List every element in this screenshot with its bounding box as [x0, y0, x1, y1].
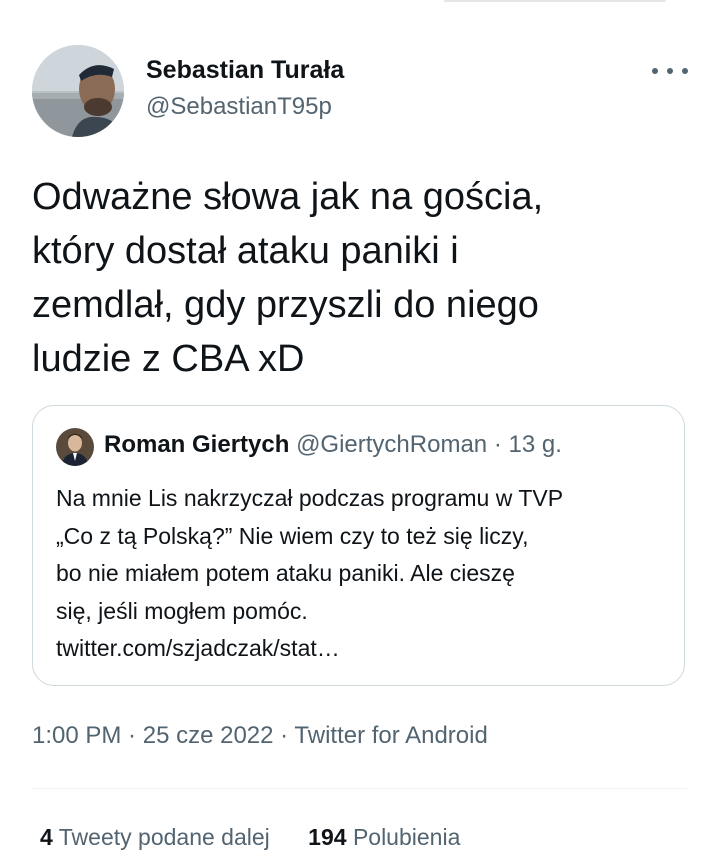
quote-time: 13 g.	[508, 431, 562, 458]
quote-author-name[interactable]: Roman Giertych	[104, 431, 289, 458]
tweet-stats: 4 Tweety podane dalej 194 Polubienia	[40, 824, 460, 851]
tweet-meta: 1:00 PM · 25 cze 2022 · Twitter for Andr…	[32, 722, 488, 750]
more-dot	[652, 68, 658, 74]
tweet-text: Odważne słowa jak na gościa, który dosta…	[32, 176, 544, 380]
quote-avatar-image	[56, 428, 94, 466]
more-dot	[682, 68, 688, 74]
meta-separator: ·	[273, 722, 295, 749]
quote-author-avatar[interactable]	[56, 428, 94, 466]
stats-divider	[32, 788, 687, 789]
author-avatar-image	[32, 45, 124, 137]
top-divider	[444, 0, 666, 2]
quote-author-handle[interactable]: @GiertychRoman	[296, 431, 487, 458]
author-avatar[interactable]	[32, 45, 124, 137]
quote-text: Na mnie Lis nakrzyczał podczas programu …	[56, 485, 564, 661]
retweets-count: 4	[40, 824, 53, 850]
likes-count: 194	[308, 824, 347, 850]
likes-stat[interactable]: 194 Polubienia	[308, 824, 460, 851]
likes-label: Polubienia	[352, 824, 461, 850]
quote-tweet-card[interactable]: Roman Giertych @GiertychRoman · 13 g. Na…	[32, 405, 685, 686]
more-dot	[667, 68, 673, 74]
author-name[interactable]: Sebastian Turała	[146, 56, 344, 85]
tweet-date[interactable]: 25 cze 2022	[143, 722, 274, 749]
author-handle[interactable]: @SebastianT95p	[146, 93, 332, 121]
retweets-label: Tweety podane dalej	[58, 824, 270, 850]
tweet-time[interactable]: 1:00 PM	[32, 722, 121, 749]
retweets-stat[interactable]: 4 Tweety podane dalej	[40, 824, 270, 851]
more-horizontal-icon[interactable]	[652, 62, 688, 80]
tweet-source[interactable]: Twitter for Android	[294, 722, 487, 749]
quote-header: Roman Giertych @GiertychRoman · 13 g.	[104, 431, 562, 459]
meta-separator: ·	[121, 722, 143, 749]
quote-separator: ·	[487, 431, 509, 458]
